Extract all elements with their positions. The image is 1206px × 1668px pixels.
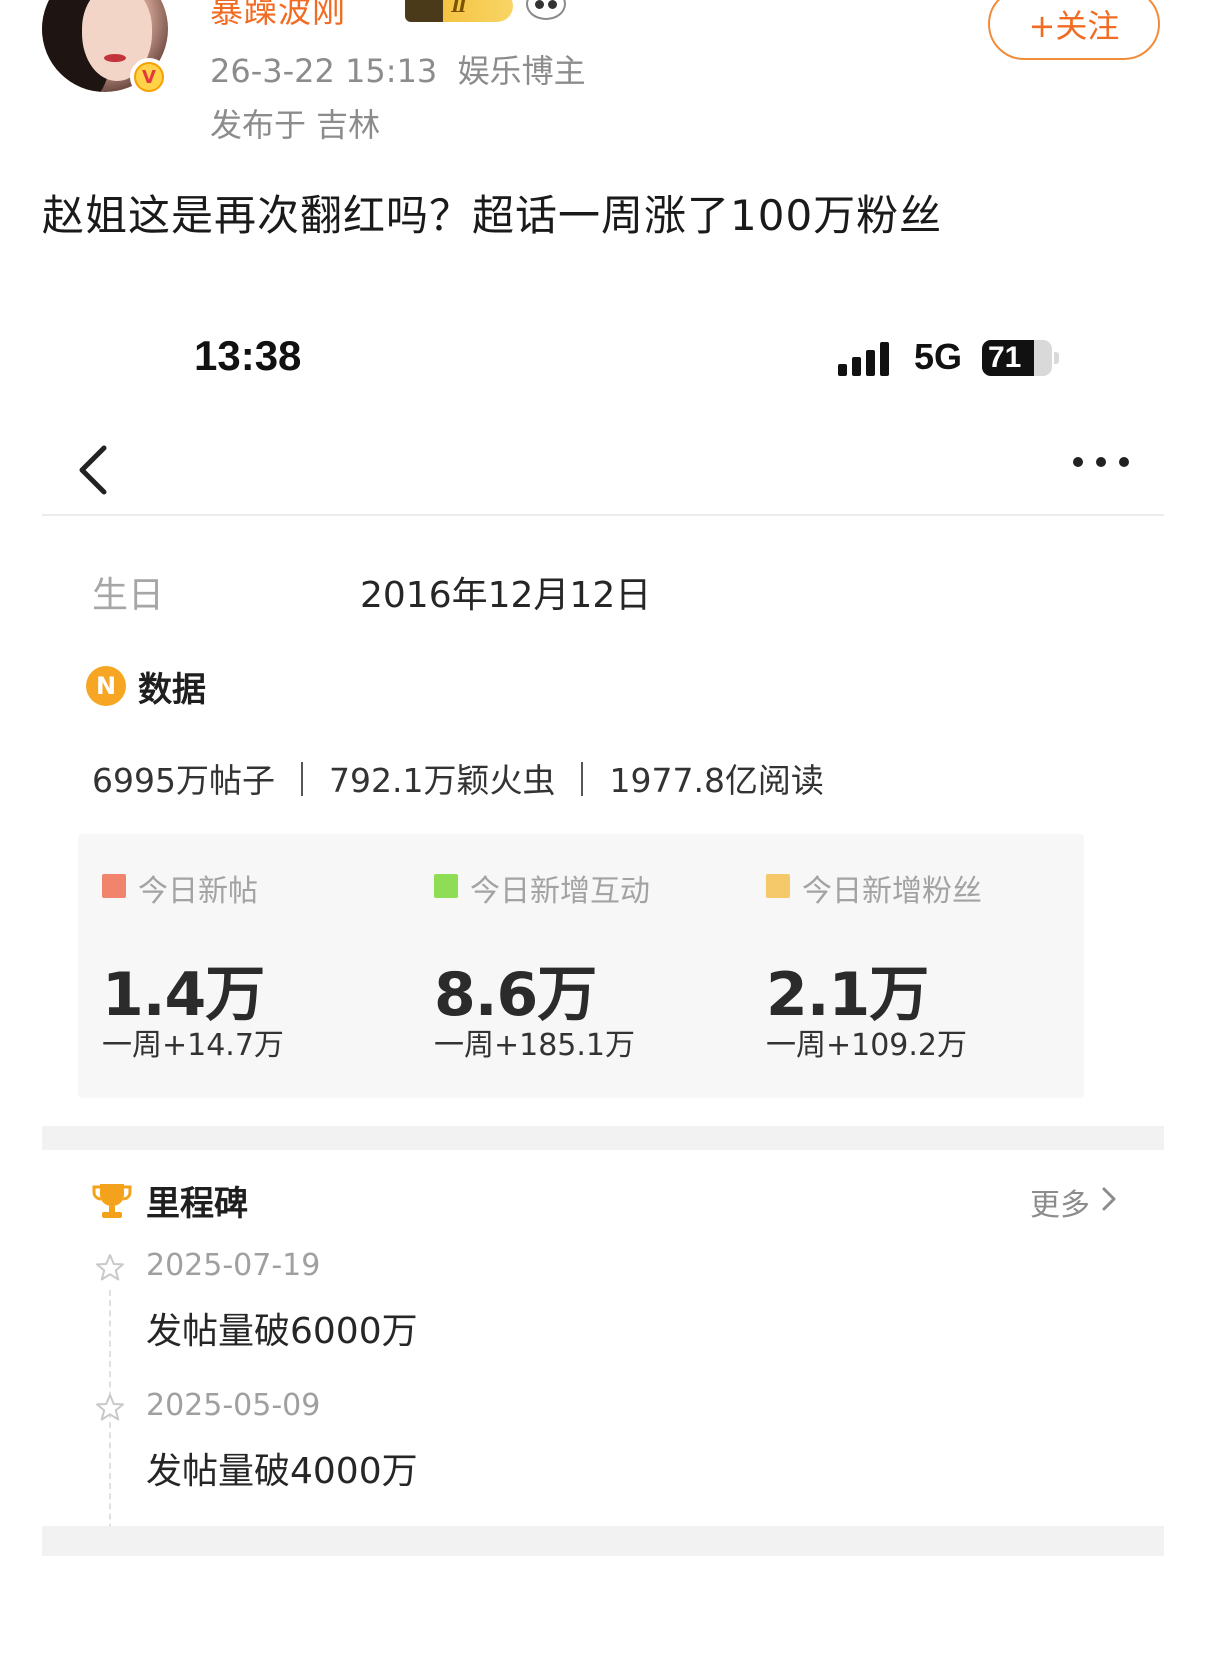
stat-fireflies: 792.1万颖火虫 xyxy=(328,761,556,800)
birthday-value: 2016年12月12日 xyxy=(360,575,652,616)
verified-badge-icon: V xyxy=(130,58,168,96)
card-new-interactions[interactable]: 今日新增互动 8.6万 一周+185.1万 xyxy=(410,834,752,1098)
post-text: 赵姐这是再次翻红吗？超话一周涨了100万粉丝 xyxy=(42,191,943,240)
card-swatch xyxy=(434,874,458,898)
post-meta: 26-3-22 15:13 娱乐博主 xyxy=(210,46,586,92)
card-label: 今日新增粉丝 xyxy=(802,874,982,909)
card-new-fans[interactable]: 今日新增粉丝 2.1万 一周+109.2万 xyxy=(742,834,1084,1098)
status-bar-time: 13:38 xyxy=(194,332,302,379)
data-icon: N xyxy=(86,666,126,706)
card-label: 今日新增互动 xyxy=(470,874,650,909)
stat-reads: 1977.8亿阅读 xyxy=(609,761,824,800)
milestone-text: 发帖量破6000万 xyxy=(146,1311,418,1352)
nav-divider xyxy=(42,514,1164,516)
stat-divider xyxy=(300,762,303,796)
username[interactable]: 暴躁波刚 xyxy=(210,0,346,32)
chevron-right-icon[interactable] xyxy=(1100,1184,1118,1214)
milestones-more-link[interactable]: 更多 xyxy=(1030,1180,1090,1224)
panda-icon xyxy=(526,0,566,20)
battery-icon: 71 xyxy=(982,340,1059,376)
back-chevron-icon[interactable] xyxy=(70,440,114,500)
post-location: 发布于 吉林 xyxy=(210,106,381,144)
milestone-date: 2025-05-09 xyxy=(146,1388,321,1423)
star-icon xyxy=(96,1394,124,1421)
network-label: 5G xyxy=(914,336,963,377)
embedded-screenshot[interactable]: 13:38 5G 71 生日 2016年12月12日 N 数据 6995万帖子 7… xyxy=(42,300,1164,1668)
section-divider xyxy=(42,1526,1164,1556)
card-week-delta: 一周+14.7万 xyxy=(102,1028,284,1063)
card-week-delta: 一周+185.1万 xyxy=(434,1028,636,1063)
stat-posts: 6995万帖子 xyxy=(92,761,275,800)
card-week-delta: 一周+109.2万 xyxy=(766,1028,968,1063)
stats-summary: 6995万帖子 792.1万颖火虫 1977.8亿阅读 xyxy=(92,754,824,802)
daily-stats-cards: 今日新帖 1.4万 一周+14.7万 今日新增互动 8.6万 一周+185.1万… xyxy=(78,834,1138,1098)
battery-level: 71 xyxy=(988,341,1022,374)
trophy-icon xyxy=(92,1184,132,1218)
milestone-date: 2025-07-19 xyxy=(146,1248,321,1283)
stat-divider xyxy=(581,762,584,796)
star-icon xyxy=(96,1254,124,1281)
data-section-title: 数据 xyxy=(138,670,206,710)
avatar-lips xyxy=(104,54,126,62)
follow-button[interactable]: +关注 xyxy=(988,0,1160,60)
milestone-text: 发帖量破4000万 xyxy=(146,1451,418,1492)
more-options-icon[interactable] xyxy=(1066,450,1136,474)
card-label: 今日新帖 xyxy=(138,874,258,909)
card-new-posts[interactable]: 今日新帖 1.4万 一周+14.7万 xyxy=(78,834,420,1098)
section-divider xyxy=(42,1126,1164,1150)
signal-icon xyxy=(838,342,889,376)
author-role: 娱乐博主 xyxy=(457,52,586,90)
level-badge-icon: Ⅱ xyxy=(405,0,513,22)
post-timestamp: 26-3-22 15:13 xyxy=(210,52,438,90)
birthday-label: 生日 xyxy=(92,575,165,616)
card-swatch xyxy=(102,874,126,898)
card-swatch xyxy=(766,874,790,898)
milestones-title: 里程碑 xyxy=(146,1184,248,1224)
